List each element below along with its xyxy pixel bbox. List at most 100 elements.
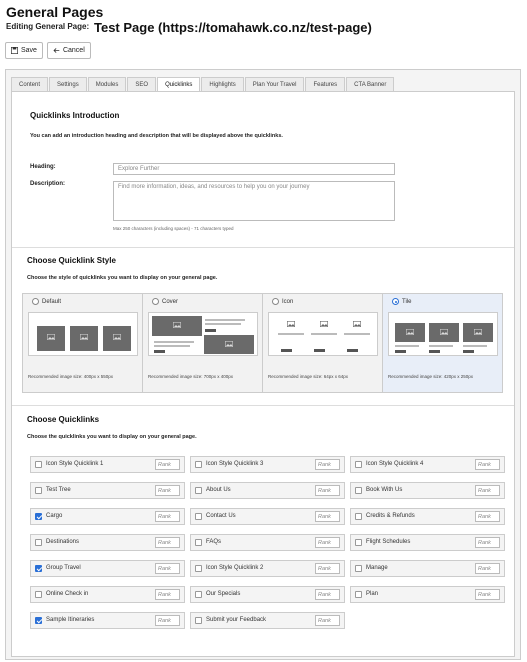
quicklink-checkbox[interactable] bbox=[355, 539, 362, 546]
tab-cta-banner[interactable]: CTA Banner bbox=[346, 77, 395, 91]
quicklink-checkbox[interactable] bbox=[195, 539, 202, 546]
style-radio-row: Icon bbox=[272, 298, 293, 305]
quicklink-checkbox[interactable] bbox=[35, 487, 42, 494]
rank-input[interactable]: Rank bbox=[315, 511, 340, 522]
quicklink-label: Online Check in bbox=[46, 591, 89, 597]
mini-button bbox=[347, 349, 358, 352]
rank-input[interactable]: Rank bbox=[155, 615, 180, 626]
quicklink-label: Sample Itineraries bbox=[46, 617, 95, 623]
image-icon bbox=[47, 334, 55, 341]
rank-input[interactable]: Rank bbox=[315, 563, 340, 574]
quicklink-label: Group Travel bbox=[46, 565, 81, 571]
description-textarea[interactable]: Find more information, ideas, and resour… bbox=[113, 181, 395, 221]
quicklink-checkbox[interactable] bbox=[195, 461, 202, 468]
rank-input[interactable]: Rank bbox=[315, 459, 340, 470]
quicklink-checkbox[interactable] bbox=[195, 591, 202, 598]
image-icon bbox=[474, 328, 482, 335]
style-option-icon[interactable]: Icon Recommended image size: 64px x 64px bbox=[262, 293, 383, 393]
rank-input[interactable]: Rank bbox=[155, 459, 180, 470]
style-options: Default Recommended image size: 400px x … bbox=[22, 293, 503, 393]
text-line bbox=[278, 333, 304, 335]
tab-quicklinks[interactable]: Quicklinks bbox=[157, 77, 201, 92]
rank-input[interactable]: Rank bbox=[475, 563, 500, 574]
rank-input[interactable]: Rank bbox=[315, 589, 340, 600]
style-label-tile: Tile bbox=[402, 298, 412, 305]
tab-bar: Content Settings Modules SEO Quicklinks … bbox=[11, 77, 395, 92]
tab-plan-your-travel[interactable]: Plan Your Travel bbox=[244, 77, 305, 91]
tab-features[interactable]: Features bbox=[305, 77, 346, 91]
save-button[interactable]: Save bbox=[5, 42, 43, 59]
style-option-default[interactable]: Default Recommended image size: 400px x … bbox=[22, 293, 143, 393]
rank-input[interactable]: Rank bbox=[155, 589, 180, 600]
rank-input[interactable]: Rank bbox=[475, 511, 500, 522]
quicklink-checkbox[interactable] bbox=[35, 617, 42, 624]
rank-input[interactable]: Rank bbox=[315, 485, 340, 496]
mini-button bbox=[281, 349, 292, 352]
style-option-tile[interactable]: Tile Recommended image size: 420px x 250… bbox=[382, 293, 503, 393]
image-icon bbox=[225, 340, 233, 347]
quicklink-label: Book With Us bbox=[366, 487, 403, 493]
tab-highlights[interactable]: Highlights bbox=[201, 77, 244, 91]
mini-button bbox=[205, 329, 216, 332]
rank-input[interactable]: Rank bbox=[475, 485, 500, 496]
text-line bbox=[205, 323, 241, 325]
style-radio-default[interactable] bbox=[32, 298, 39, 305]
cover-style-preview bbox=[148, 312, 258, 356]
quicklink-checkbox[interactable] bbox=[35, 461, 42, 468]
rank-input[interactable]: Rank bbox=[475, 537, 500, 548]
rank-input[interactable]: Rank bbox=[315, 537, 340, 548]
quicklink-item: Manage Rank bbox=[350, 560, 505, 577]
rank-input[interactable]: Rank bbox=[155, 563, 180, 574]
rank-input[interactable]: Rank bbox=[315, 615, 340, 626]
quicklink-label: Flight Schedules bbox=[366, 539, 411, 545]
intro-title: Quicklinks Introduction bbox=[30, 111, 120, 120]
style-radio-tile[interactable] bbox=[392, 298, 399, 305]
quicklink-item: Icon Style Quicklink 3 Rank bbox=[190, 456, 345, 473]
quicklink-item: FAQs Rank bbox=[190, 534, 345, 551]
heading-input[interactable]: Explore Further bbox=[113, 163, 395, 175]
quicklinks-title: Choose Quicklinks bbox=[27, 415, 100, 424]
quicklink-checkbox[interactable] bbox=[355, 487, 362, 494]
tab-modules[interactable]: Modules bbox=[87, 77, 127, 91]
image-placeholder bbox=[37, 326, 65, 351]
mini-button bbox=[154, 350, 165, 353]
tab-seo[interactable]: SEO bbox=[127, 77, 157, 91]
style-label-default: Default bbox=[42, 298, 62, 305]
quicklink-checkbox[interactable] bbox=[355, 565, 362, 572]
style-radio-cover[interactable] bbox=[152, 298, 159, 305]
quicklink-checkbox[interactable] bbox=[195, 617, 202, 624]
quicklink-checkbox[interactable] bbox=[195, 565, 202, 572]
quicklink-checkbox[interactable] bbox=[35, 513, 42, 520]
quicklink-checkbox[interactable] bbox=[355, 513, 362, 520]
quicklink-checkbox[interactable] bbox=[195, 513, 202, 520]
text-line bbox=[154, 345, 190, 347]
rank-input[interactable]: Rank bbox=[475, 589, 500, 600]
style-option-cover[interactable]: Cover Recommended image size: 700px x 40… bbox=[142, 293, 263, 393]
quicklink-checkbox[interactable] bbox=[35, 565, 42, 572]
quicklink-label: Credits & Refunds bbox=[366, 513, 415, 519]
tab-settings[interactable]: Settings bbox=[49, 77, 87, 91]
quicklink-checkbox[interactable] bbox=[35, 591, 42, 598]
quicklinks-description: Choose the quicklinks you want to displa… bbox=[27, 434, 197, 440]
rank-input[interactable]: Rank bbox=[155, 511, 180, 522]
quicklink-label: Our Specials bbox=[206, 591, 241, 597]
tab-content[interactable]: Content bbox=[11, 77, 49, 91]
save-label: Save bbox=[21, 47, 37, 54]
style-radio-icon[interactable] bbox=[272, 298, 279, 305]
divider bbox=[12, 405, 514, 406]
rank-input[interactable]: Rank bbox=[475, 459, 500, 470]
quicklink-item: Icon Style Quicklink 1 Rank bbox=[30, 456, 185, 473]
description-label: Description: bbox=[30, 181, 66, 187]
quicklink-item: Group Travel Rank bbox=[30, 560, 185, 577]
text-line bbox=[205, 319, 245, 321]
quicklink-checkbox[interactable] bbox=[35, 539, 42, 546]
style-radio-row: Default bbox=[32, 298, 61, 305]
cancel-button[interactable]: Cancel bbox=[46, 42, 91, 59]
heading-label: Heading: bbox=[30, 164, 56, 170]
quicklink-checkbox[interactable] bbox=[355, 591, 362, 598]
rank-input[interactable]: Rank bbox=[155, 537, 180, 548]
rank-input[interactable]: Rank bbox=[155, 485, 180, 496]
quicklink-checkbox[interactable] bbox=[195, 487, 202, 494]
quicklink-checkbox[interactable] bbox=[355, 461, 362, 468]
quicklink-label: Icon Style Quicklink 2 bbox=[206, 565, 264, 571]
